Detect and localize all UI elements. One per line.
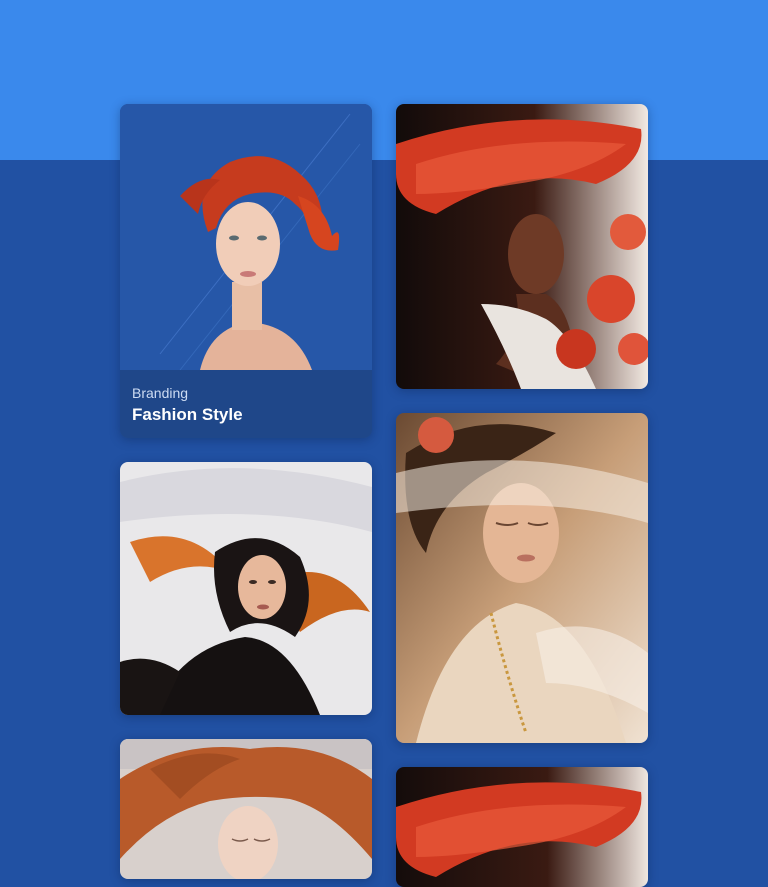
header-band xyxy=(0,0,768,160)
portrait-warm-veil-image xyxy=(396,413,648,743)
gallery-card-red-hat[interactable] xyxy=(396,104,648,389)
portrait-red-hat-repeat-image xyxy=(396,767,648,887)
gallery-card-veil-dark-hair[interactable] xyxy=(120,462,372,715)
gallery-card-auburn-hair[interactable] xyxy=(120,739,372,879)
featured-card-caption: Branding Fashion Style xyxy=(120,370,372,438)
gallery-card-warm-veil[interactable] xyxy=(396,413,648,743)
portrait-red-hat-image xyxy=(396,104,648,389)
card-category-label: Branding xyxy=(132,385,189,401)
gallery-card-red-hat-repeat[interactable] xyxy=(396,767,648,887)
portrait-auburn-hair-image xyxy=(120,739,372,879)
featured-card[interactable]: Branding Fashion Style xyxy=(120,104,372,438)
portrait-red-hair-image xyxy=(120,104,372,370)
card-title: Fashion Style xyxy=(132,405,243,424)
portrait-dark-hair-veil-image xyxy=(120,462,372,715)
